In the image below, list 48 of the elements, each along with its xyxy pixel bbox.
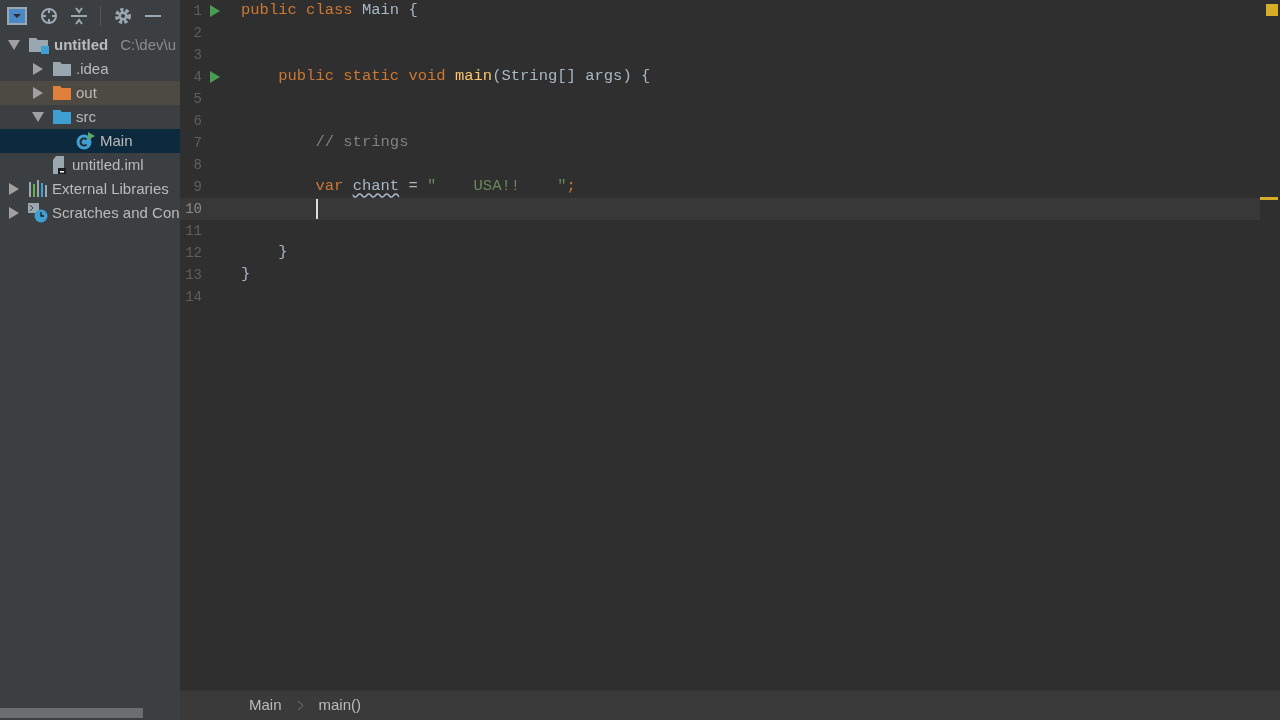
tree-label: Scratches and Con [52,202,180,223]
expanded-arrow-icon[interactable] [32,112,44,122]
tree-label: src [76,106,96,127]
breadcrumb[interactable]: Main [249,694,282,717]
tree-item[interactable]: src [0,105,180,129]
collapsed-arrow-icon[interactable] [33,63,43,75]
collapsed-arrow-icon[interactable] [9,207,19,219]
project-path: C:\dev\u [120,34,177,55]
text-caret [316,199,318,219]
scrollbar-thumb[interactable] [0,708,143,718]
minimize-icon[interactable] [145,14,161,18]
code-text: } [277,242,288,264]
tree-label: .idea [76,58,109,79]
libraries-icon [28,180,48,198]
code-text: public static void main(String[] args) { [277,66,651,88]
project-folder-icon [28,36,50,54]
panel-view-icon[interactable] [7,7,27,25]
tree-item[interactable]: External Libraries [0,177,180,201]
tree-label: untitled.iml [72,154,144,175]
code-text: // strings [314,132,409,154]
class-icon [76,132,96,150]
scratch-clock-icon [28,203,48,223]
line-number: 10 [184,199,202,219]
chevron-icon [297,701,303,710]
tree-item[interactable]: Scratches and Con [0,201,180,225]
tree-item[interactable]: untitled C:\dev\u [0,33,180,57]
run-icon[interactable] [210,5,220,17]
collapsed-arrow-icon[interactable] [9,183,19,195]
tree-label: External Libraries [52,178,169,199]
run-icon[interactable] [210,71,220,83]
expanded-arrow-icon[interactable] [8,40,20,50]
breadcrumb[interactable]: main() [318,694,362,717]
code-text: } [241,264,251,286]
tree-item[interactable]: untitled.iml [0,153,180,177]
locate-icon[interactable] [40,7,58,25]
tree-item[interactable]: Main [0,129,180,153]
collapse-all-icon[interactable] [71,7,87,25]
collapsed-arrow-icon[interactable] [33,87,43,99]
tree-label: out [76,82,97,103]
code-text: public class Main { [241,0,418,22]
settings-icon[interactable] [114,7,132,25]
tree-item[interactable]: out [0,81,180,105]
tree-label: Main [100,130,133,151]
tree-label: untitled [54,34,109,55]
tree-item[interactable]: .idea [0,57,180,81]
code-text: var chant = " USA!! "; [314,176,576,198]
warning-marker-icon[interactable] [1266,4,1278,16]
file-icon [52,156,68,174]
